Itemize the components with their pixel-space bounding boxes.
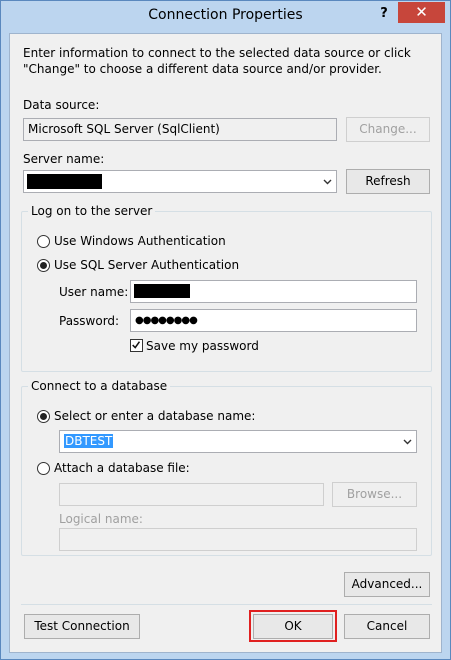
checkmark-icon <box>132 341 141 349</box>
password-value: ●●●●●●●● <box>135 315 198 326</box>
select-database-radio[interactable] <box>37 410 50 423</box>
refresh-button[interactable]: Refresh <box>346 169 430 194</box>
intro-text: Enter information to connect to the sele… <box>23 46 411 76</box>
data-source-field: Microsoft SQL Server (SqlClient) <box>23 118 337 141</box>
bottom-separator <box>21 604 432 605</box>
server-name-redaction <box>27 174 102 189</box>
advanced-button[interactable]: Advanced... <box>344 572 430 597</box>
close-button[interactable]: ✕ <box>398 2 445 23</box>
database-name-value: DBTEST <box>64 434 114 448</box>
save-password-label[interactable]: Save my password <box>146 339 259 353</box>
connection-properties-window: Connection Properties ? ✕ Enter informat… <box>0 0 451 660</box>
password-label: Password: <box>59 314 120 328</box>
database-group-title: Connect to a database <box>28 379 171 393</box>
password-field[interactable]: ●●●●●●●● <box>130 309 417 332</box>
username-redaction <box>134 284 190 298</box>
sql-auth-radio[interactable] <box>37 259 50 272</box>
test-connection-button[interactable]: Test Connection <box>24 614 140 639</box>
attach-database-radio[interactable] <box>37 462 50 475</box>
cancel-button[interactable]: Cancel <box>344 614 430 639</box>
chevron-down-icon[interactable] <box>403 437 412 446</box>
data-source-label-text: Data source: <box>23 98 100 112</box>
server-name-label: Server name: <box>23 152 105 166</box>
save-password-checkbox[interactable] <box>130 339 143 352</box>
title-bar[interactable]: Connection Properties ? ✕ <box>1 1 450 33</box>
dialog-body: Enter information to connect to the sele… <box>9 33 442 653</box>
data-source-label: Data source: <box>23 98 99 112</box>
windows-auth-label[interactable]: Use Windows Authentication <box>54 234 226 248</box>
windows-auth-radio[interactable] <box>37 235 50 248</box>
logon-group-title: Log on to the server <box>28 204 156 218</box>
username-label: User name: <box>59 285 129 299</box>
username-field[interactable] <box>130 280 417 303</box>
browse-button[interactable]: Browse... <box>332 482 417 507</box>
sql-auth-label[interactable]: Use SQL Server Authentication <box>54 258 239 272</box>
server-name-combo[interactable] <box>23 170 337 193</box>
change-button[interactable]: Change... <box>346 117 430 142</box>
attach-database-label[interactable]: Attach a database file: <box>54 461 190 475</box>
help-button[interactable]: ? <box>373 4 395 26</box>
database-name-combo[interactable]: DBTEST <box>59 430 417 453</box>
chevron-down-icon[interactable] <box>323 177 332 186</box>
select-database-label[interactable]: Select or enter a database name: <box>54 409 255 423</box>
database-file-field[interactable] <box>59 483 324 506</box>
logical-name-field[interactable] <box>59 528 417 551</box>
ok-button[interactable]: OK <box>253 614 333 639</box>
logical-name-label: Logical name: <box>59 512 143 526</box>
